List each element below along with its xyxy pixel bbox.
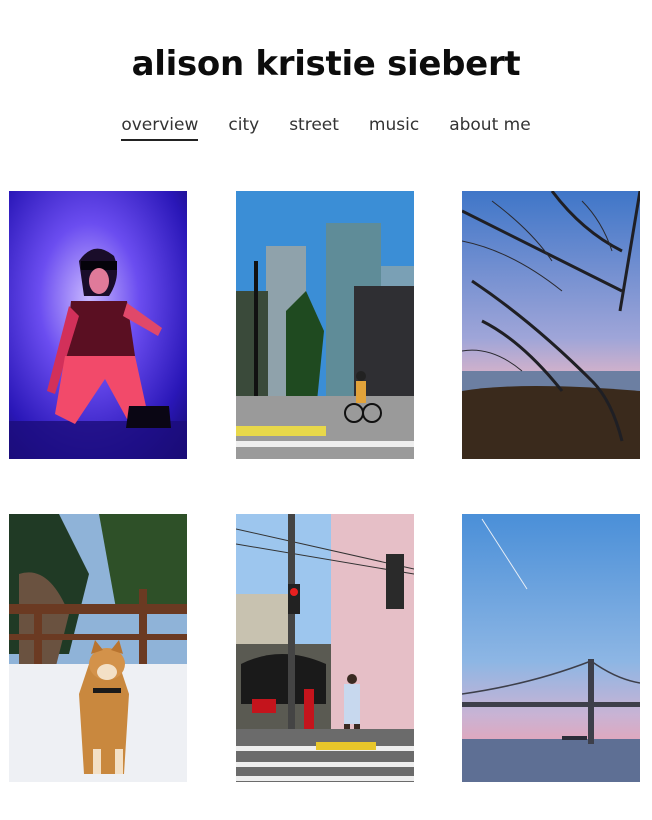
photo-street-crosswalk[interactable]: [236, 514, 414, 782]
photo-shiba-dog-snow[interactable]: [9, 514, 187, 782]
photo-neon-portrait[interactable]: [9, 191, 187, 459]
nav-city[interactable]: city: [228, 115, 259, 141]
nav-about-me[interactable]: about me: [449, 115, 530, 141]
nav-overview[interactable]: overview: [121, 115, 199, 141]
photo-city-cyclist[interactable]: [236, 191, 414, 459]
nav-music[interactable]: music: [369, 115, 419, 141]
photo-tree-dusk[interactable]: [462, 191, 640, 459]
site-title: alison kristie siebert: [131, 44, 521, 84]
photo-bay-bridge-dusk[interactable]: [462, 514, 640, 782]
main-nav: overview city street music about me: [0, 115, 652, 141]
nav-street[interactable]: street: [289, 115, 339, 141]
